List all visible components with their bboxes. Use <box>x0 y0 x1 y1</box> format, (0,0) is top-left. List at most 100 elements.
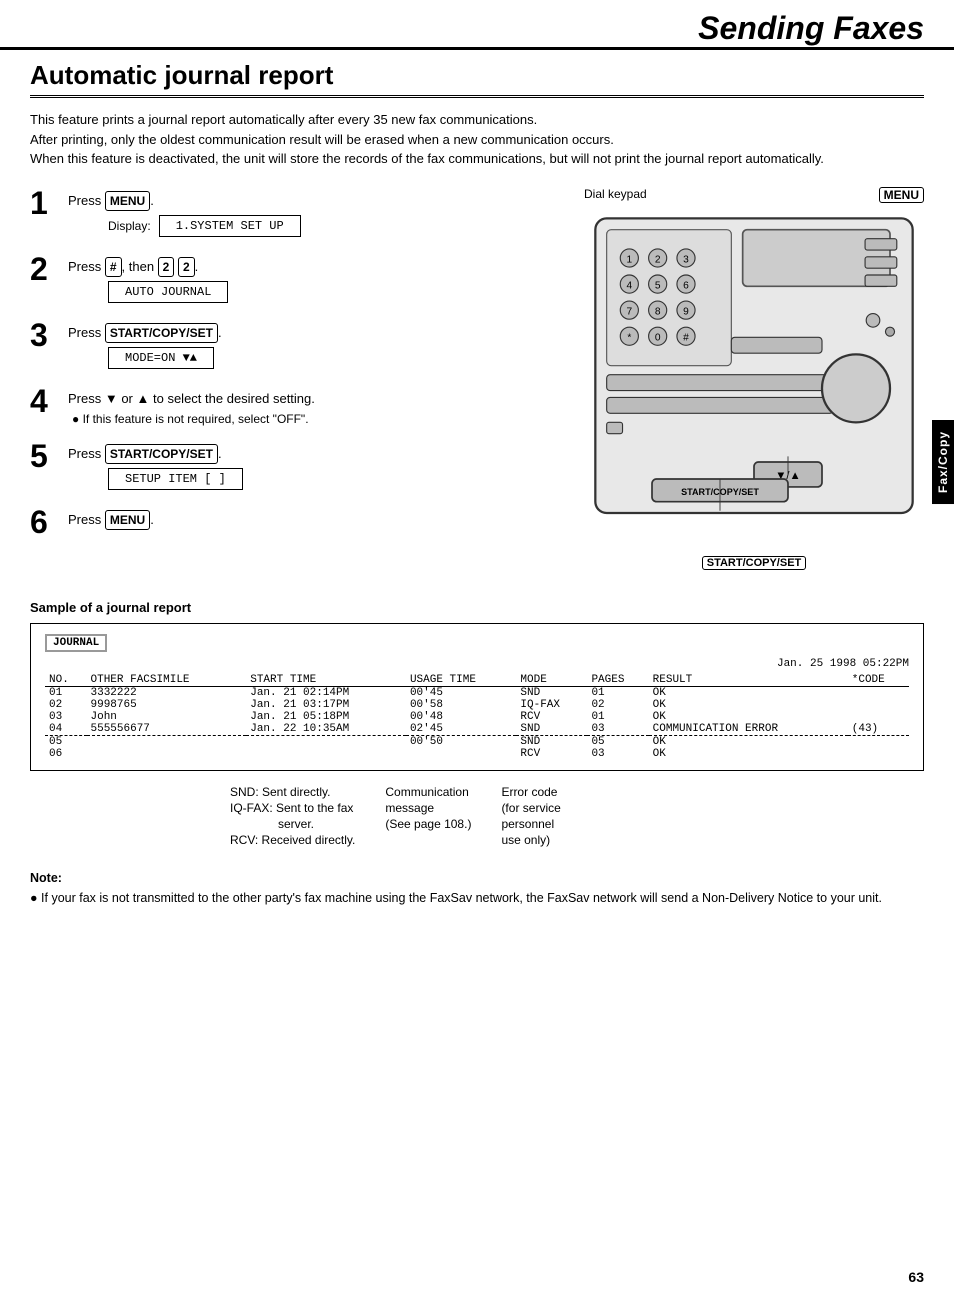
table-cell: OK <box>649 699 848 711</box>
col-facsimile: OTHER FACSIMILE <box>87 674 247 687</box>
step-3-text: Press START/COPY/SET. <box>68 323 564 343</box>
legend-err-3: personnel <box>501 817 560 831</box>
col-code: *CODE <box>848 674 909 687</box>
note-title: Note: <box>30 871 924 885</box>
step-2: 2 Press #, then 2 2. AUTO JOURNAL <box>30 253 564 305</box>
table-cell: RCV <box>516 748 587 760</box>
key-2a: 2 <box>158 257 175 277</box>
note-text: ● If your fax is not transmitted to the … <box>30 889 924 908</box>
table-cell: Jan. 22 10:35AM <box>246 723 406 736</box>
step-5-text: Press START/COPY/SET. <box>68 444 564 464</box>
col-pages: PAGES <box>587 674 648 687</box>
legend-iqfax-1: IQ-FAX: Sent to the fax <box>230 801 355 815</box>
legend-err-1: Error code <box>501 785 560 799</box>
table-cell: 06 <box>45 748 87 760</box>
table-cell: 3332222 <box>87 686 247 699</box>
step-5-display: SETUP ITEM [ ] <box>108 468 564 490</box>
svg-text:2: 2 <box>655 254 661 265</box>
intro-line-2: After printing, only the oldest communic… <box>30 130 924 150</box>
step-3-content: Press START/COPY/SET. MODE=ON ▼▲ <box>68 319 564 371</box>
table-cell: 02'45 <box>406 723 516 736</box>
header-title: Sending Faxes <box>698 10 924 47</box>
step-1-text: Press MENU. <box>68 191 564 211</box>
svg-text:1: 1 <box>626 254 632 265</box>
key-2b: 2 <box>178 257 195 277</box>
lcd-display-3: MODE=ON ▼▲ <box>108 347 214 369</box>
menu-key-2: MENU <box>105 510 150 530</box>
step-2-display: AUTO JOURNAL <box>108 281 564 303</box>
journal-box: JOURNAL Jan. 25 1998 05:22PM NO. OTHER F… <box>30 623 924 771</box>
table-cell <box>246 748 406 760</box>
step-1-content: Press MENU. Display: 1.SYSTEM SET UP <box>68 187 564 239</box>
table-cell <box>848 711 909 723</box>
table-cell: 05 <box>587 735 648 748</box>
table-cell: 00'48 <box>406 711 516 723</box>
legend-comm-2: message <box>385 801 471 815</box>
col-usage-time: USAGE TIME <box>406 674 516 687</box>
table-row: 06RCV03OK <box>45 748 909 760</box>
col-start-time: START TIME <box>246 674 406 687</box>
step-6-number: 6 <box>30 506 60 538</box>
table-cell: 00'45 <box>406 686 516 699</box>
table-cell: 01 <box>587 711 648 723</box>
section-title: Automatic journal report <box>30 60 924 98</box>
table-cell: 05 <box>45 735 87 748</box>
legend-col-1: SND: Sent directly. IQ-FAX: Sent to the … <box>230 785 355 847</box>
legend-iqfax-2: server. <box>278 817 355 831</box>
table-cell: Jan. 21 03:17PM <box>246 699 406 711</box>
step-6-content: Press MENU. <box>68 506 564 534</box>
steps-list: 1 Press MENU. Display: 1.SYSTEM SET UP 2 <box>30 187 564 570</box>
table-cell: 555556677 <box>87 723 247 736</box>
menu-key-1: MENU <box>105 191 150 211</box>
table-cell <box>87 748 247 760</box>
table-cell: IQ-FAX <box>516 699 587 711</box>
intro-text: This feature prints a journal report aut… <box>30 110 924 169</box>
step-1: 1 Press MENU. Display: 1.SYSTEM SET UP <box>30 187 564 239</box>
table-cell: SND <box>516 686 587 699</box>
table-cell: John <box>87 711 247 723</box>
journal-table-header: NO. OTHER FACSIMILE START TIME USAGE TIM… <box>45 674 909 687</box>
journal-table: NO. OTHER FACSIMILE START TIME USAGE TIM… <box>45 674 909 760</box>
table-cell: 00'50 <box>406 735 516 748</box>
svg-text:*: * <box>627 332 631 343</box>
table-cell: 02 <box>587 699 648 711</box>
col-mode: MODE <box>516 674 587 687</box>
step-4: 4 Press ▼ or ▲ to select the desired set… <box>30 385 564 427</box>
table-cell: 01 <box>45 686 87 699</box>
table-cell <box>848 748 909 760</box>
step-2-content: Press #, then 2 2. AUTO JOURNAL <box>68 253 564 305</box>
table-cell <box>848 735 909 748</box>
step-1-number: 1 <box>30 187 60 219</box>
fax-diagram-area: Dial keypad MENU 1 2 3 <box>584 187 924 570</box>
lcd-display-2: AUTO JOURNAL <box>108 281 228 303</box>
step-6: 6 Press MENU. <box>30 506 564 538</box>
intro-line-1: This feature prints a journal report aut… <box>30 110 924 130</box>
svg-text:6: 6 <box>683 280 689 291</box>
legend-comm-1: Communication <box>385 785 471 799</box>
table-row: 03JohnJan. 21 05:18PM00'48RCV01OK <box>45 711 909 723</box>
step-4-number: 4 <box>30 385 60 417</box>
journal-section: Sample of a journal report JOURNAL Jan. … <box>30 600 924 847</box>
table-cell: COMMUNICATION ERROR <box>649 723 848 736</box>
step-5-number: 5 <box>30 440 60 472</box>
table-cell: Jan. 21 05:18PM <box>246 711 406 723</box>
journal-sample-title: Sample of a journal report <box>30 600 924 615</box>
lcd-display-1: 1.SYSTEM SET UP <box>159 215 301 237</box>
table-row: 029998765Jan. 21 03:17PM00'58IQ-FAX02OK <box>45 699 909 711</box>
table-cell: 00'58 <box>406 699 516 711</box>
step-2-number: 2 <box>30 253 60 285</box>
svg-text:#: # <box>683 332 689 343</box>
step-3-number: 3 <box>30 319 60 351</box>
table-cell: SND <box>516 735 587 748</box>
legend-snd: SND: Sent directly. <box>230 785 355 799</box>
step-4-text: Press ▼ or ▲ to select the desired setti… <box>68 389 564 409</box>
legend-rcv: RCV: Received directly. <box>230 833 355 847</box>
table-cell: Jan. 21 02:14PM <box>246 686 406 699</box>
step-5-content: Press START/COPY/SET. SETUP ITEM [ ] <box>68 440 564 492</box>
hash-key: # <box>105 257 122 277</box>
table-cell: OK <box>649 748 848 760</box>
step-5: 5 Press START/COPY/SET. SETUP ITEM [ ] <box>30 440 564 492</box>
menu-label-diagram: MENU <box>879 187 924 203</box>
table-row: 04555556677Jan. 22 10:35AM02'45SND03COMM… <box>45 723 909 736</box>
svg-text:8: 8 <box>655 306 661 317</box>
